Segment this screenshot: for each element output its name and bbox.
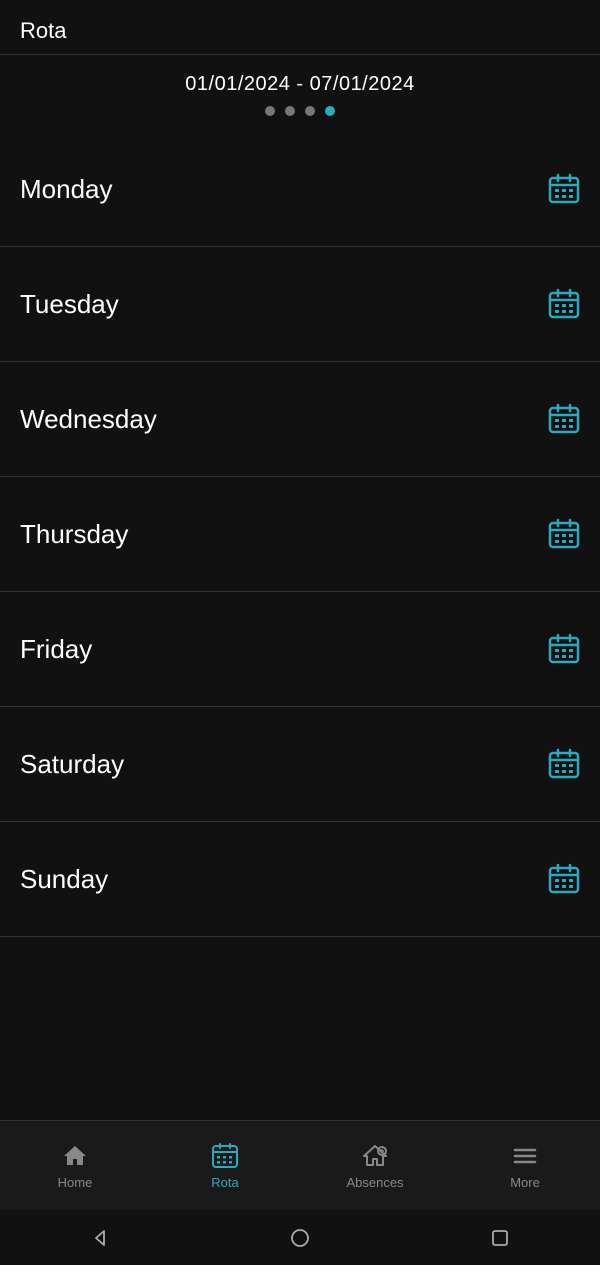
day-label-monday: Monday: [20, 174, 113, 205]
day-label-tuesday: Tuesday: [20, 289, 119, 320]
header: Rota: [0, 0, 600, 54]
more-menu-icon: [511, 1142, 539, 1170]
bottom-nav: Home Rota Absences: [0, 1120, 600, 1210]
day-label-saturday: Saturday: [20, 749, 124, 780]
date-range-container: 01/01/2024 - 07/01/2024: [0, 55, 600, 132]
nav-label-rota: Rota: [211, 1175, 238, 1190]
day-row-saturday[interactable]: Saturday: [0, 707, 600, 822]
day-row-sunday[interactable]: Sunday: [0, 822, 600, 937]
calendar-icon-friday: [548, 633, 580, 665]
rota-calendar-icon: [211, 1142, 239, 1170]
nav-item-home[interactable]: Home: [0, 1142, 150, 1190]
pagination-dots: [20, 106, 580, 122]
dot-1[interactable]: [265, 106, 275, 116]
days-list: Monday Tuesday Wed: [0, 132, 600, 1120]
date-range-text: 01/01/2024 - 07/01/2024: [20, 73, 580, 96]
day-label-thursday: Thursday: [20, 519, 128, 550]
recents-button[interactable]: [486, 1224, 514, 1252]
home-button[interactable]: [286, 1224, 314, 1252]
day-row-tuesday[interactable]: Tuesday: [0, 247, 600, 362]
day-label-sunday: Sunday: [20, 864, 108, 895]
nav-label-absences: Absences: [346, 1175, 403, 1190]
calendar-icon-saturday: [548, 748, 580, 780]
day-row-wednesday[interactable]: Wednesday: [0, 362, 600, 477]
back-button[interactable]: [86, 1224, 114, 1252]
day-label-wednesday: Wednesday: [20, 404, 157, 435]
nav-label-more: More: [510, 1175, 540, 1190]
calendar-icon-sunday: [548, 863, 580, 895]
page-title: Rota: [20, 18, 66, 43]
calendar-icon-thursday: [548, 518, 580, 550]
calendar-icon-wednesday: [548, 403, 580, 435]
day-row-thursday[interactable]: Thursday: [0, 477, 600, 592]
day-label-friday: Friday: [20, 634, 92, 665]
nav-item-rota[interactable]: Rota: [150, 1142, 300, 1190]
absences-icon: [361, 1142, 389, 1170]
system-nav-bar: [0, 1210, 600, 1265]
nav-item-more[interactable]: More: [450, 1142, 600, 1190]
calendar-icon-monday: [548, 173, 580, 205]
nav-item-absences[interactable]: Absences: [300, 1142, 450, 1190]
dot-4[interactable]: [325, 106, 335, 116]
day-row-friday[interactable]: Friday: [0, 592, 600, 707]
dot-3[interactable]: [305, 106, 315, 116]
dot-2[interactable]: [285, 106, 295, 116]
nav-label-home: Home: [58, 1175, 93, 1190]
calendar-icon-tuesday: [548, 288, 580, 320]
home-icon: [61, 1142, 89, 1170]
day-row-monday[interactable]: Monday: [0, 132, 600, 247]
